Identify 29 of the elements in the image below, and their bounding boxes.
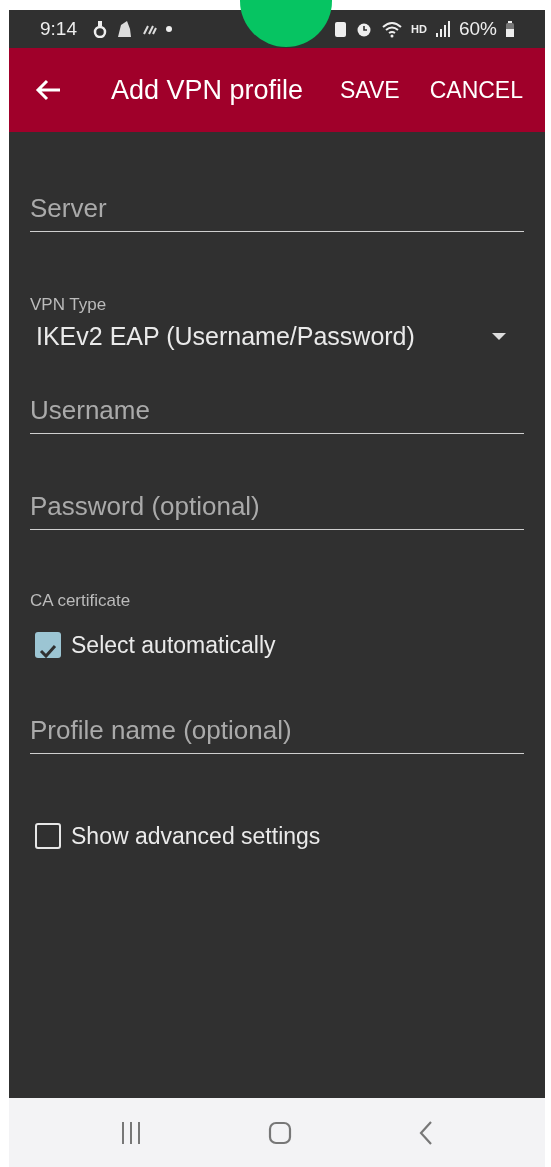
checkbox-label: Show advanced settings [71, 821, 321, 851]
action-button[interactable]: SAVE [332, 72, 408, 108]
signal-icon [434, 20, 451, 38]
field-label: CA certificate [30, 590, 132, 612]
battery-saver-icon [334, 20, 348, 38]
checkbox[interactable] [35, 823, 61, 849]
wifi-icon [381, 20, 404, 38]
hd-voice-label: HD [411, 21, 427, 37]
field-label: VPN Type [30, 294, 108, 316]
action-button[interactable]: CANCEL [421, 72, 531, 108]
recents-button[interactable] [120, 1120, 141, 1145]
checkbox-label: Select automatically [71, 630, 276, 660]
back-nav-button[interactable] [419, 1120, 434, 1145]
clock-time: 9:14 [40, 16, 77, 41]
input-field[interactable]: Profile name (optional) [30, 712, 524, 754]
back-button[interactable] [35, 79, 61, 101]
checkbox[interactable] [35, 632, 61, 658]
home-button[interactable] [268, 1120, 292, 1145]
screen-title: Add VPN profile [111, 73, 305, 107]
dot-icon [165, 25, 173, 33]
battery-percent: 60% [458, 16, 497, 41]
input-field[interactable]: Server [30, 190, 524, 232]
notification-icon [93, 20, 107, 38]
battery-icon [505, 20, 515, 38]
shoe-icon [115, 19, 133, 39]
input-field[interactable]: Password (optional) [30, 488, 524, 530]
dropdown[interactable]: IKEv2 EAP (Username/Password) [30, 320, 524, 354]
caret-icon [492, 333, 506, 341]
input-field[interactable]: Username [30, 392, 524, 434]
